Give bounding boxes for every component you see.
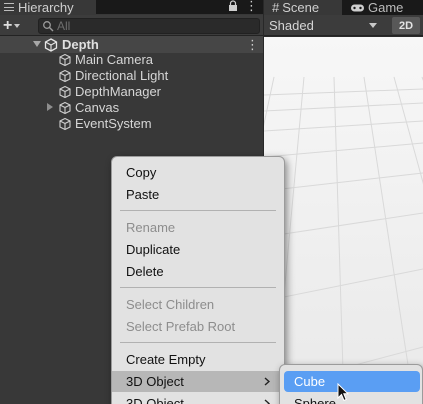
- hierarchy-toolbar: +: [0, 15, 263, 36]
- menu-item-label: 3D Object: [126, 396, 184, 404]
- chevron-down-icon: [369, 23, 377, 28]
- menu-item-select-children[interactable]: Select Children: [112, 294, 284, 315]
- expand-arrow-icon[interactable]: [47, 103, 53, 111]
- search-icon: [43, 21, 54, 32]
- hierarchy-item-canvas[interactable]: Canvas: [0, 100, 263, 116]
- hierarchy-tab-bar: Hierarchy ⋮: [0, 0, 263, 15]
- menu-item-3d-object-2[interactable]: 3D Object: [112, 393, 284, 404]
- shading-mode-dropdown[interactable]: Shaded: [267, 17, 383, 34]
- chevron-down-icon: [14, 23, 21, 28]
- menu-item-duplicate[interactable]: Duplicate: [112, 239, 284, 260]
- hierarchy-item-label: DepthManager: [75, 84, 161, 99]
- menu-item-3d-object[interactable]: 3D Object: [112, 371, 284, 392]
- menu-separator: [120, 342, 276, 343]
- chevron-right-icon: [264, 399, 270, 404]
- tab-hierarchy[interactable]: Hierarchy: [0, 0, 96, 15]
- gameobject-cube-icon: [59, 85, 71, 99]
- submenu-item-cube[interactable]: Cube: [284, 371, 420, 392]
- hierarchy-item-label: EventSystem: [75, 116, 152, 131]
- tab-game[interactable]: Game: [346, 0, 423, 15]
- hierarchy-item-main-camera[interactable]: Main Camera: [0, 52, 263, 68]
- menu-separator: [120, 210, 276, 211]
- tab-hierarchy-label: Hierarchy: [18, 0, 74, 15]
- hierarchy-list-icon: [4, 3, 14, 11]
- plus-icon: +: [3, 16, 13, 34]
- scene-grid: [264, 37, 423, 404]
- 2d-mode-button[interactable]: 2D: [392, 17, 420, 34]
- tab-scene[interactable]: # Scene: [264, 0, 342, 15]
- tab-game-label: Game: [368, 0, 404, 15]
- chevron-right-icon: [264, 377, 270, 386]
- menu-item-create-empty[interactable]: Create Empty: [112, 349, 284, 370]
- mouse-cursor-icon: [337, 383, 349, 402]
- menu-item-paste[interactable]: Paste: [112, 184, 284, 205]
- scene-tab-bar: # Scene Game: [264, 0, 423, 15]
- lock-icon[interactable]: [228, 0, 238, 12]
- hierarchy-item-depthmanager[interactable]: DepthManager: [0, 84, 263, 100]
- menu-separator: [120, 287, 276, 288]
- hierarchy-item-directional-light[interactable]: Directional Light: [0, 68, 263, 84]
- menu-item-label: 3D Object: [126, 374, 184, 389]
- hierarchy-search-field[interactable]: [38, 18, 260, 34]
- menu-item-rename[interactable]: Rename: [112, 217, 284, 238]
- gamepad-icon: [351, 4, 364, 11]
- menu-item-select-prefab-root[interactable]: Select Prefab Root: [112, 316, 284, 337]
- scene-panel: # Scene Game Shaded 2D: [264, 0, 423, 404]
- gameobject-cube-icon: [59, 69, 71, 83]
- scene-name: Depth: [62, 37, 99, 52]
- submenu-item-sphere[interactable]: Sphere: [284, 393, 420, 404]
- hierarchy-item-label: Main Camera: [75, 52, 154, 67]
- hierarchy-item-eventsystem[interactable]: EventSystem: [0, 116, 263, 132]
- scene-root-row[interactable]: Depth ⋮: [0, 36, 263, 53]
- search-input[interactable]: [57, 19, 237, 33]
- hierarchy-item-label: Canvas: [75, 100, 120, 115]
- tab-scene-label: Scene: [282, 0, 320, 15]
- menu-item-delete[interactable]: Delete: [112, 261, 284, 282]
- hierarchy-item-label: Directional Light: [75, 68, 169, 83]
- grid-hash-icon: #: [272, 0, 280, 15]
- shading-mode-value: Shaded: [269, 18, 314, 33]
- hierarchy-more-icon[interactable]: ⋮: [245, 0, 258, 12]
- scene-more-icon[interactable]: ⋮: [246, 37, 259, 53]
- context-menu: Copy Paste Rename Duplicate Delete Selec…: [111, 156, 285, 404]
- gameobject-cube-icon: [59, 53, 71, 67]
- scene-viewport[interactable]: [264, 37, 423, 404]
- gameobject-cube-icon: [59, 101, 71, 115]
- scene-toolbar: Shaded 2D: [264, 15, 423, 36]
- 3d-object-submenu: Cube Sphere: [279, 364, 423, 404]
- menu-item-copy[interactable]: Copy: [112, 162, 284, 183]
- gameobject-cube-icon: [59, 117, 71, 131]
- expand-arrow-icon[interactable]: [33, 41, 41, 47]
- unity-scene-icon: [44, 38, 58, 52]
- create-add-button[interactable]: +: [3, 17, 29, 34]
